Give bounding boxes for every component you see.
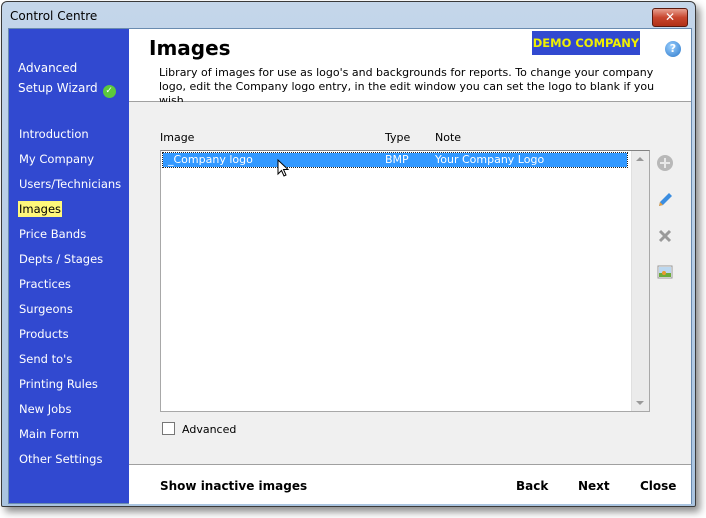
pencil-icon (659, 193, 672, 206)
sidebar-item-practices[interactable]: Practices (18, 276, 122, 301)
row-image-name: _Company logo (168, 153, 253, 166)
sidebar-item-surgeons[interactable]: Surgeons (18, 301, 122, 326)
close-button[interactable]: Close (640, 479, 676, 493)
next-button[interactable]: Next (578, 479, 610, 493)
delete-icon (658, 229, 672, 243)
sidebar-item-introduction[interactable]: Introduction (18, 126, 122, 151)
show-inactive-images-button[interactable]: Show inactive images (160, 479, 307, 493)
footer-bar: Show inactive images Back Next Close (129, 464, 691, 504)
sidebar-item-my-company[interactable]: My Company (18, 151, 122, 176)
scroll-down-arrow-icon[interactable] (636, 401, 644, 405)
sidebar-item-depts-stages[interactable]: Depts / Stages (18, 251, 122, 276)
sidebar-item-other-settings[interactable]: Other Settings (18, 451, 122, 476)
images-list[interactable]: _Company logo BMP Your Company Logo (160, 150, 650, 412)
add-button[interactable] (656, 154, 674, 172)
image-icon (657, 265, 673, 279)
advanced-checkbox[interactable]: Advanced (162, 422, 236, 436)
content-area: Image Type Note _Company logo BMP Your C… (129, 102, 691, 464)
page-title: Images (149, 36, 231, 60)
wizard-line1: Advanced (18, 61, 78, 75)
column-header-note[interactable]: Note (435, 131, 461, 144)
title-bar[interactable]: Control Centre ✕ (2, 2, 695, 28)
sidebar-item-images[interactable]: Images (18, 201, 122, 226)
image-button[interactable] (656, 263, 674, 281)
sidebar-item-main-form[interactable]: Main Form (18, 426, 122, 451)
mouse-cursor-icon (277, 159, 290, 177)
add-icon (657, 155, 673, 171)
advanced-checkbox-label: Advanced (182, 423, 237, 436)
page-header: Images DEMO COMPANY ? Library of images … (129, 29, 691, 107)
window-close-button[interactable]: ✕ (652, 8, 688, 27)
company-badge: DEMO COMPANY (532, 31, 640, 55)
edit-button[interactable] (656, 191, 674, 209)
list-scrollbar[interactable] (631, 151, 649, 411)
sidebar-item-send-tos[interactable]: Send to's (18, 351, 122, 376)
check-icon: ✓ (102, 85, 116, 98)
row-type: BMP (385, 153, 409, 166)
setup-wizard-link[interactable]: Advanced Setup Wizard ✓ (18, 58, 116, 98)
scroll-up-arrow-icon[interactable] (636, 157, 644, 161)
sidebar-item-users-technicians[interactable]: Users/Technicians (18, 176, 122, 201)
help-icon[interactable]: ? (665, 41, 681, 57)
sidebar-item-new-jobs[interactable]: New Jobs (18, 401, 122, 426)
list-row[interactable]: _Company logo BMP Your Company Logo (162, 152, 628, 168)
back-button[interactable]: Back (516, 479, 548, 493)
column-header-type[interactable]: Type (385, 131, 410, 144)
sidebar-item-products[interactable]: Products (18, 326, 122, 351)
row-note: Your Company Logo (435, 153, 545, 166)
main-panel: Images DEMO COMPANY ? Library of images … (129, 29, 691, 504)
delete-button[interactable] (656, 227, 674, 245)
control-centre-window: Control Centre ✕ Advanced Setup Wizard ✓ … (1, 1, 696, 507)
window-title: Control Centre (10, 9, 98, 23)
advanced-checkbox-box[interactable] (162, 422, 175, 435)
column-header-image[interactable]: Image (160, 131, 194, 144)
sidebar-item-price-bands[interactable]: Price Bands (18, 226, 122, 251)
sidebar-item-printing-rules[interactable]: Printing Rules (18, 376, 122, 401)
client-area: Advanced Setup Wizard ✓ Introduction My C… (8, 28, 692, 504)
wizard-line2: Setup Wizard (18, 81, 98, 95)
sidebar-nav: Introduction My Company Users/Technician… (18, 126, 122, 476)
sidebar: Advanced Setup Wizard ✓ Introduction My C… (9, 29, 129, 503)
